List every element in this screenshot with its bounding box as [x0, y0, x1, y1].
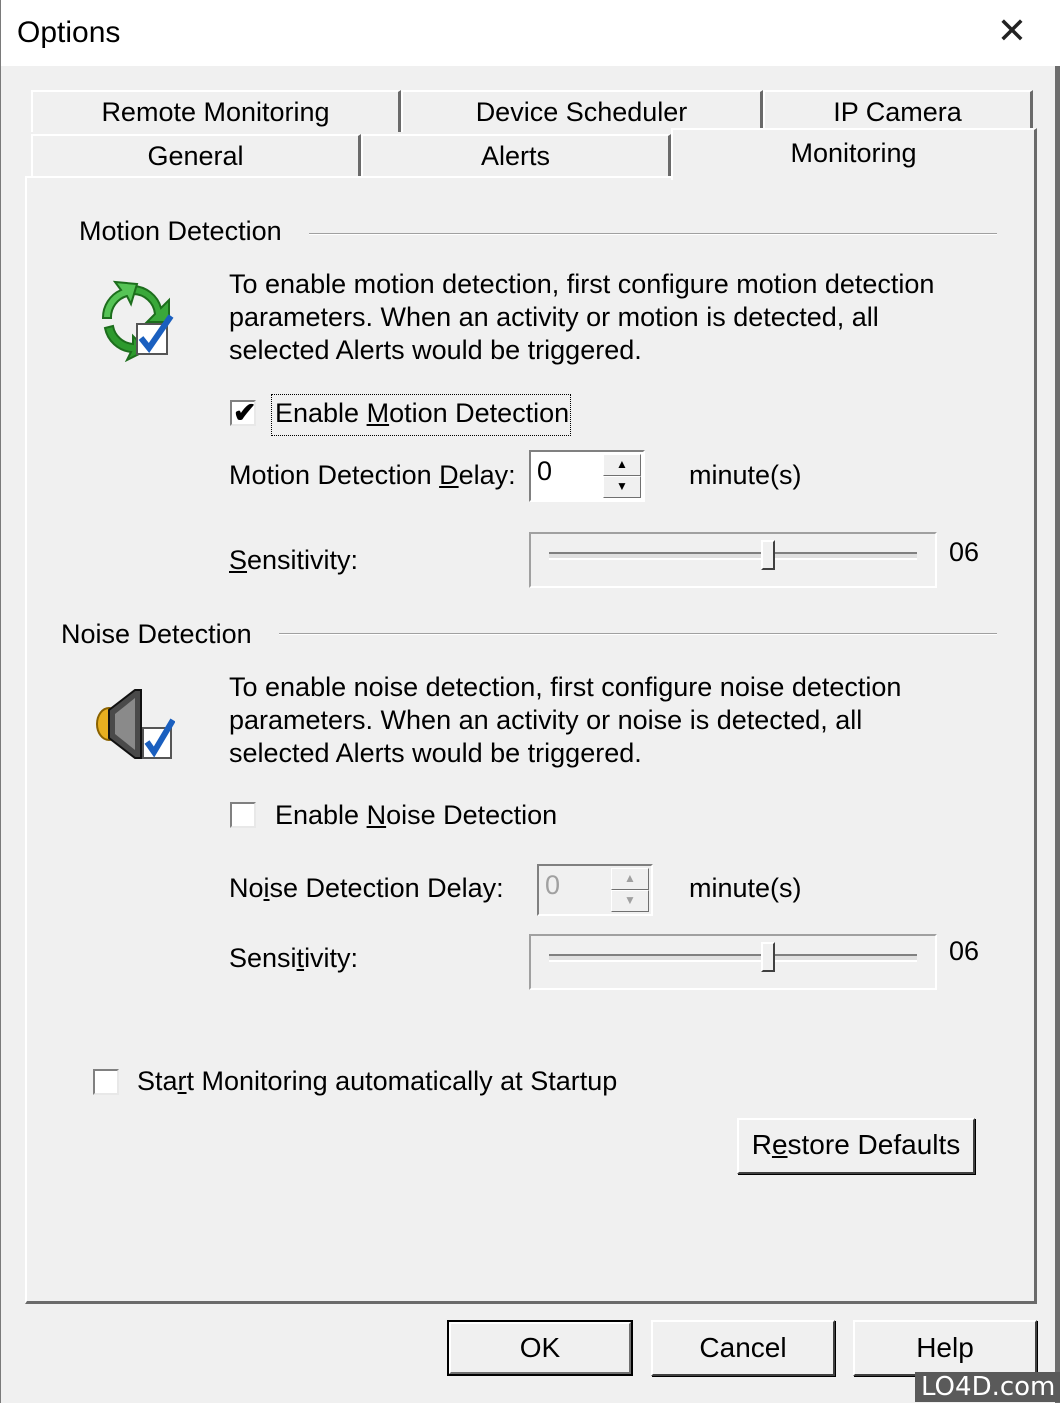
label-accesskey: N — [366, 800, 387, 830]
slider-thumb[interactable] — [761, 942, 775, 972]
motion-detection-icon — [91, 278, 175, 363]
enable-motion-label[interactable]: Enable Motion Detection — [275, 398, 569, 429]
noise-group-label: Noise Detection — [61, 619, 252, 649]
slider-track — [549, 552, 917, 560]
spin-down-icon[interactable]: ▼ — [603, 476, 641, 498]
spin-up-icon[interactable]: ▲ — [603, 454, 641, 476]
motion-separator — [309, 233, 997, 235]
ok-button[interactable]: OK — [447, 1320, 633, 1376]
title-bar: Options ✕ — [1, 0, 1060, 66]
spin-down-icon: ▼ — [611, 890, 649, 912]
label-part: ensitivity: — [247, 545, 359, 575]
tab-ip-camera[interactable]: IP Camera — [763, 90, 1033, 132]
watermark-logo: LO4D.com — [915, 1372, 1060, 1402]
noise-description: To enable noise detection, first configu… — [229, 671, 901, 770]
tab-alerts[interactable]: Alerts — [361, 134, 671, 176]
close-icon[interactable]: ✕ — [995, 13, 1029, 49]
label-part: elay: — [458, 460, 516, 490]
motion-desc-line-2: parameters. When an activity or motion i… — [229, 302, 879, 332]
motion-delay-spinner[interactable]: 0 ▲ ▼ — [529, 450, 645, 502]
label-part: otion Detection — [389, 398, 570, 428]
spinner-buttons: ▲ ▼ — [603, 454, 641, 498]
label-part: t Monitoring automatically at Startup — [186, 1066, 618, 1096]
label-accesskey: t — [296, 943, 305, 973]
label-part: Sta — [137, 1066, 178, 1096]
noise-desc-line-2: parameters. When an activity or noise is… — [229, 705, 863, 735]
noise-delay-unit: minute(s) — [689, 873, 802, 903]
label-part: Sensi — [229, 943, 297, 973]
label-accesskey: S — [229, 545, 248, 575]
label-part: Motion Detection — [229, 460, 440, 490]
label-part: store Defaults — [787, 1129, 961, 1160]
noise-sensitivity-label: Sensitivity: — [229, 943, 358, 974]
ok-label: OK — [519, 1332, 561, 1363]
startup-checkbox[interactable] — [93, 1069, 119, 1095]
motion-description: To enable motion detection, first config… — [229, 268, 934, 367]
noise-delay-value: 0 — [545, 870, 561, 900]
window-edge — [1055, 66, 1060, 1403]
noise-desc-line-3: selected Alerts would be triggered. — [229, 738, 642, 768]
motion-group-label: Motion Detection — [79, 216, 282, 246]
noise-sensitivity-value: 06 — [949, 936, 980, 966]
label-part: ivity: — [304, 943, 359, 973]
motion-sensitivity-label: Sensitivity: — [229, 545, 358, 576]
checkmark-icon: ✔ — [233, 397, 257, 428]
noise-sensitivity-slider[interactable] — [529, 934, 937, 990]
slider-track — [549, 954, 917, 962]
label-part: No — [229, 873, 264, 903]
spinner-buttons: ▲ ▼ — [611, 868, 649, 912]
noise-separator — [279, 633, 997, 635]
tab-monitoring[interactable]: Monitoring — [671, 128, 1037, 180]
motion-sensitivity-slider[interactable] — [529, 532, 937, 588]
enable-noise-label[interactable]: Enable Noise Detection — [275, 800, 557, 831]
speaker-icon — [91, 684, 176, 764]
noise-delay-label: Noise Detection Delay: — [229, 873, 504, 904]
label-accesskey: r — [177, 1066, 187, 1096]
label-accesskey: D — [439, 460, 459, 490]
tab-device-scheduler[interactable]: Device Scheduler — [401, 90, 763, 132]
enable-motion-checkbox[interactable]: ✔ — [230, 397, 256, 428]
cancel-button[interactable]: Cancel — [651, 1320, 835, 1376]
label-part: R — [751, 1129, 772, 1160]
motion-desc-line-1: To enable motion detection, first config… — [229, 269, 935, 299]
motion-delay-value[interactable]: 0 — [537, 456, 552, 487]
motion-delay-unit: minute(s) — [689, 460, 802, 490]
label-accesskey: M — [366, 398, 390, 428]
label-part: Enable — [275, 398, 367, 428]
label-part: oise Detection — [386, 800, 558, 830]
label-accesskey: e — [771, 1129, 788, 1160]
help-button[interactable]: Help — [853, 1320, 1037, 1376]
motion-desc-line-3: selected Alerts would be triggered. — [229, 335, 642, 365]
restore-defaults-button[interactable]: Restore Defaults — [737, 1118, 975, 1174]
startup-label[interactable]: Start Monitoring automatically at Startu… — [137, 1066, 617, 1097]
motion-delay-label: Motion Detection Delay: — [229, 460, 516, 491]
tab-remote-monitoring[interactable]: Remote Monitoring — [31, 90, 401, 132]
tab-general[interactable]: General — [31, 134, 361, 176]
label-part: se Detection Delay: — [269, 873, 504, 903]
options-dialog: Options ✕ Remote Monitoring Device Sched… — [0, 0, 1060, 1403]
enable-noise-checkbox[interactable] — [230, 802, 256, 828]
spin-up-icon: ▲ — [611, 868, 649, 890]
noise-desc-line-1: To enable noise detection, first configu… — [229, 672, 902, 702]
noise-delay-spinner: 0 ▲ ▼ — [537, 864, 653, 916]
motion-sensitivity-value: 06 — [949, 537, 980, 567]
label-part: Enable — [275, 800, 367, 830]
slider-thumb[interactable] — [761, 540, 775, 570]
window-title: Options — [17, 16, 121, 49]
